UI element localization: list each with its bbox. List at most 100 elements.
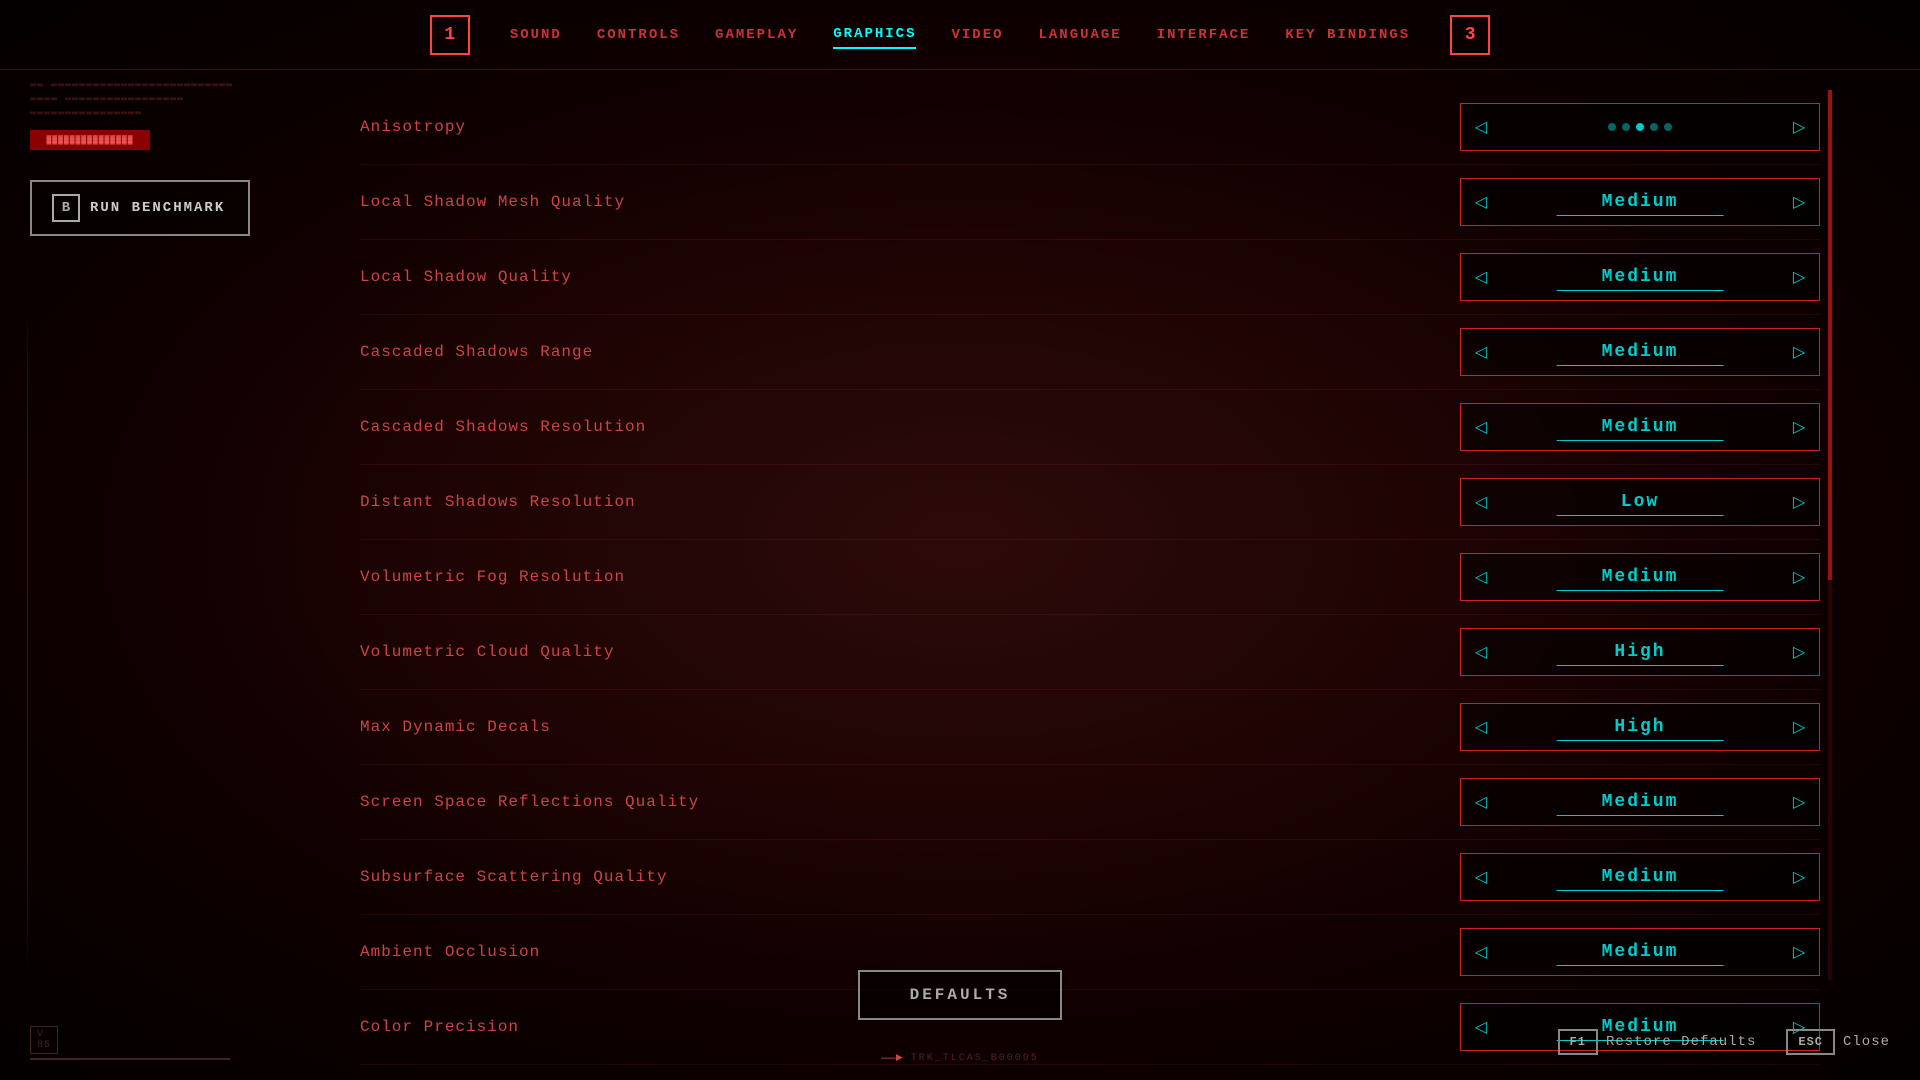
setting-name-cascaded-shadows-resolution: Cascaded Shadows Resolution — [360, 418, 646, 436]
setting-name-volumetric-cloud: Volumetric Cloud Quality — [360, 643, 614, 661]
ssr-quality-right-btn[interactable] — [1779, 779, 1819, 825]
scrollbar[interactable] — [1828, 90, 1832, 980]
tab-sound[interactable]: SOUND — [510, 22, 562, 48]
setting-row-local-shadow-quality: Local Shadow Quality Medium — [360, 240, 1820, 315]
ssr-quality-left-btn[interactable] — [1461, 779, 1501, 825]
volumetric-fog-left-btn[interactable] — [1461, 554, 1501, 600]
setting-row-cascaded-shadows-range: Cascaded Shadows Range Medium — [360, 315, 1820, 390]
anisotropy-dots — [1501, 111, 1779, 143]
setting-value-max-dynamic-decals: High — [1501, 707, 1779, 747]
dot-2 — [1622, 123, 1630, 131]
ambient-occlusion-left-btn[interactable] — [1461, 929, 1501, 975]
setting-name-volumetric-fog: Volumetric Fog Resolution — [360, 568, 625, 586]
setting-name-max-dynamic-decals: Max Dynamic Decals — [360, 718, 551, 736]
dot-3 — [1636, 123, 1644, 131]
setting-control-local-shadow-mesh: Medium — [1460, 178, 1820, 226]
setting-control-volumetric-cloud: High — [1460, 628, 1820, 676]
tab-controls[interactable]: CONTROLS — [597, 22, 680, 48]
max-dynamic-decals-right-btn[interactable] — [1779, 704, 1819, 750]
setting-row-volumetric-fog: Volumetric Fog Resolution Medium — [360, 540, 1820, 615]
setting-row-cascaded-shadows-resolution: Cascaded Shadows Resolution Medium — [360, 390, 1820, 465]
nav-left-box: 1 — [430, 15, 470, 55]
left-deco-line — [27, 300, 28, 980]
anisotropy-right-btn[interactable] — [1779, 104, 1819, 150]
build-id: ——► TRK_TLCAS_B00095 — [881, 1051, 1039, 1065]
restore-defaults-control: F1 Restore Defaults — [1558, 1029, 1757, 1055]
settings-area: Anisotropy Local Shadow Mesh Quality Med… — [360, 90, 1820, 980]
subsurface-scattering-right-btn[interactable] — [1779, 854, 1819, 900]
local-shadow-quality-right-btn[interactable] — [1779, 254, 1819, 300]
setting-name-local-shadow-mesh: Local Shadow Mesh Quality — [360, 193, 625, 211]
tab-gameplay[interactable]: GAMEPLAY — [715, 22, 798, 48]
left-panel: ══ ══════════════════════════ ════ ═════… — [30, 80, 310, 236]
tab-interface[interactable]: INTERFACE — [1157, 22, 1251, 48]
top-navigation: 1 SOUND CONTROLS GAMEPLAY GRAPHICS VIDEO… — [0, 0, 1920, 70]
volumetric-cloud-right-btn[interactable] — [1779, 629, 1819, 675]
setting-row-volumetric-cloud: Volumetric Cloud Quality High — [360, 615, 1820, 690]
cascaded-shadows-range-left-btn[interactable] — [1461, 329, 1501, 375]
close-control: ESC Close — [1786, 1029, 1890, 1055]
settings-list: Anisotropy Local Shadow Mesh Quality Med… — [360, 90, 1820, 1065]
volumetric-fog-right-btn[interactable] — [1779, 554, 1819, 600]
logo-text: ══ ══════════════════════════ ════ ═════… — [30, 80, 310, 122]
setting-name-distant-shadows-resolution: Distant Shadows Resolution — [360, 493, 636, 511]
setting-name-ambient-occlusion: Ambient Occlusion — [360, 943, 540, 961]
ambient-occlusion-right-btn[interactable] — [1779, 929, 1819, 975]
version-text: V 85 — [30, 1026, 230, 1054]
setting-name-local-shadow-quality: Local Shadow Quality — [360, 268, 572, 286]
red-bar: ▓▓▓▓▓▓▓▓▓▓▓▓▓▓▓ — [30, 130, 150, 150]
setting-row-distant-shadows-resolution: Distant Shadows Resolution Low — [360, 465, 1820, 540]
cascaded-shadows-resolution-right-btn[interactable] — [1779, 404, 1819, 450]
setting-control-anisotropy — [1460, 103, 1820, 151]
setting-control-local-shadow-quality: Medium — [1460, 253, 1820, 301]
setting-value-volumetric-cloud: High — [1501, 632, 1779, 672]
setting-value-ambient-occlusion: Medium — [1501, 932, 1779, 972]
setting-control-cascaded-shadows-range: Medium — [1460, 328, 1820, 376]
run-benchmark-button[interactable]: B RUN BENCHMARK — [30, 180, 250, 236]
cascaded-shadows-range-right-btn[interactable] — [1779, 329, 1819, 375]
setting-control-max-dynamic-decals: High — [1460, 703, 1820, 751]
setting-value-subsurface-scattering: Medium — [1501, 857, 1779, 897]
setting-name-ssr-quality: Screen Space Reflections Quality — [360, 793, 699, 811]
setting-row-ssr-quality: Screen Space Reflections Quality Medium — [360, 765, 1820, 840]
distant-shadows-resolution-left-btn[interactable] — [1461, 479, 1501, 525]
bottom-area: DEFAULTS — [0, 970, 1920, 1020]
subsurface-scattering-left-btn[interactable] — [1461, 854, 1501, 900]
v-number: 85 — [37, 1040, 51, 1051]
setting-control-distant-shadows-resolution: Low — [1460, 478, 1820, 526]
scrollbar-thumb[interactable] — [1828, 90, 1832, 580]
version-bar — [30, 1058, 230, 1060]
setting-value-cascaded-shadows-resolution: Medium — [1501, 407, 1779, 447]
setting-row-anisotropy: Anisotropy — [360, 90, 1820, 165]
build-text: TRK_TLCAS_B00095 — [911, 1053, 1039, 1064]
defaults-button[interactable]: DEFAULTS — [858, 970, 1063, 1020]
max-dynamic-decals-left-btn[interactable] — [1461, 704, 1501, 750]
local-shadow-mesh-left-btn[interactable] — [1461, 179, 1501, 225]
bottom-left-version: V 85 — [30, 1026, 230, 1060]
benchmark-b-key: B — [52, 194, 80, 222]
bottom-right-controls: F1 Restore Defaults ESC Close — [1558, 1029, 1890, 1055]
setting-control-cascaded-shadows-resolution: Medium — [1460, 403, 1820, 451]
anisotropy-left-btn[interactable] — [1461, 104, 1501, 150]
setting-name-cascaded-shadows-range: Cascaded Shadows Range — [360, 343, 593, 361]
tab-keybindings[interactable]: KEY BINDINGS — [1285, 22, 1410, 48]
setting-control-ssr-quality: Medium — [1460, 778, 1820, 826]
local-shadow-mesh-right-btn[interactable] — [1779, 179, 1819, 225]
setting-control-volumetric-fog: Medium — [1460, 553, 1820, 601]
tab-language[interactable]: LANGUAGE — [1039, 22, 1122, 48]
dot-5 — [1664, 123, 1672, 131]
volumetric-cloud-left-btn[interactable] — [1461, 629, 1501, 675]
v-box: V 85 — [30, 1026, 58, 1054]
cascaded-shadows-resolution-left-btn[interactable] — [1461, 404, 1501, 450]
distant-shadows-resolution-right-btn[interactable] — [1779, 479, 1819, 525]
nav-right-box: 3 — [1450, 15, 1490, 55]
left-decoration — [25, 300, 37, 980]
logo-area: ══ ══════════════════════════ ════ ═════… — [30, 80, 310, 150]
setting-value-ssr-quality: Medium — [1501, 782, 1779, 822]
tab-video[interactable]: VIDEO — [951, 22, 1003, 48]
setting-control-subsurface-scattering: Medium — [1460, 853, 1820, 901]
local-shadow-quality-left-btn[interactable] — [1461, 254, 1501, 300]
setting-row-subsurface-scattering: Subsurface Scattering Quality Medium — [360, 840, 1820, 915]
tab-graphics[interactable]: GRAPHICS — [833, 21, 916, 49]
benchmark-label: RUN BENCHMARK — [90, 200, 225, 216]
